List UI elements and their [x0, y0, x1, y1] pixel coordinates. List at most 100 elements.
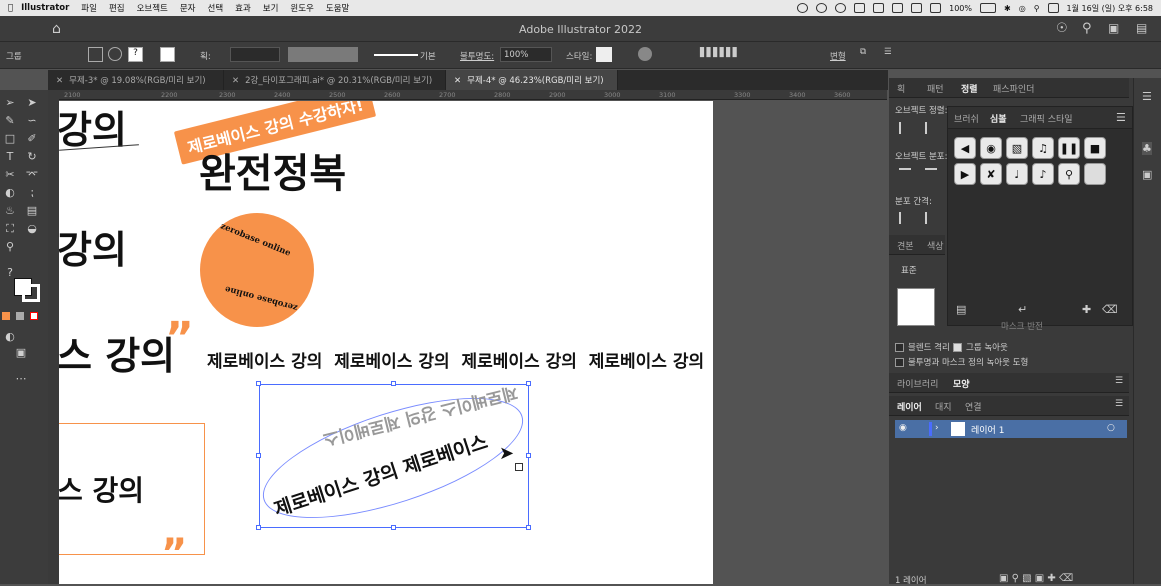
symbol-back-icon[interactable]: ◀	[954, 137, 976, 159]
menu-effect[interactable]: 효과	[235, 2, 251, 14]
layer-footer-icons[interactable]: ▣ ⚲ ▧ ▣ ✚ ⌫	[999, 573, 1073, 584]
close-icon[interactable]: ✕	[454, 76, 461, 86]
bbox-handle[interactable]	[526, 453, 531, 458]
status-icon[interactable]	[911, 3, 923, 13]
opacity-input[interactable]: 100%	[500, 47, 552, 62]
delete-symbol-icon[interactable]: ⌫	[1102, 303, 1118, 316]
bbox-handle[interactable]	[256, 381, 261, 386]
knockout-group-option[interactable]: 그룹 녹아웃	[953, 341, 1008, 353]
menu-edit[interactable]: 편집	[109, 2, 125, 14]
eyedropper-tool-icon[interactable]: ⁏	[25, 186, 39, 200]
stroke-style-label[interactable]: 기본	[420, 50, 436, 62]
recolor-icon[interactable]	[638, 47, 652, 61]
gradient-mode-icon[interactable]	[16, 312, 24, 320]
width-tool-icon[interactable]: ⌤	[25, 168, 39, 182]
stroke-swatch[interactable]	[160, 47, 175, 62]
blend-isolate-option[interactable]: 블렌드 격리	[895, 341, 950, 353]
stroke-weight-input[interactable]	[230, 47, 280, 62]
tab-links[interactable]: 연결	[965, 400, 982, 413]
scissors-tool-icon[interactable]: ✂	[3, 168, 17, 182]
place-symbol-icon[interactable]: ↵	[1018, 303, 1027, 316]
artwork-headline[interactable]: 완전정복	[199, 141, 346, 199]
bbox-handle[interactable]	[526, 525, 531, 530]
box-text[interactable]: 스 강의	[59, 469, 144, 509]
wifi-icon[interactable]: ◎	[1019, 4, 1026, 13]
checkbox[interactable]	[895, 343, 904, 352]
fill-swatch[interactable]: ?	[128, 47, 143, 62]
bbox-handle[interactable]	[391, 381, 396, 386]
slice-tool-icon[interactable]: ◒	[25, 222, 39, 236]
vertical-ruler[interactable]	[48, 90, 59, 584]
symbol-music-icon[interactable]: ♫	[1032, 137, 1054, 159]
account-icon[interactable]: ☉	[1056, 21, 1068, 36]
type-tool-icon[interactable]: T	[3, 150, 17, 164]
menu-view[interactable]: 보기	[263, 2, 279, 14]
tab-libraries[interactable]: 라이브러리	[897, 377, 938, 390]
menu-help[interactable]: 도움말	[326, 2, 349, 14]
bbox-handle[interactable]	[526, 381, 531, 386]
symbol-search-icon[interactable]: ⚲	[1058, 163, 1080, 185]
status-icon[interactable]	[797, 3, 809, 13]
status-icon[interactable]	[854, 3, 866, 13]
align-left-icon[interactable]	[899, 122, 911, 134]
tab-color[interactable]: 색상	[927, 239, 944, 252]
opacity-label[interactable]: 불투명도:	[460, 50, 494, 62]
menu-window[interactable]: 윈도우	[290, 2, 313, 14]
clock[interactable]: 1월 16일 (일) 오후 6:58	[1067, 3, 1153, 14]
panel-menu-icon[interactable]: ☰	[1115, 376, 1123, 386]
tab-document-1[interactable]: ✕ 무제-3* @ 19.08%(RGB/미리 보기)	[48, 70, 224, 90]
new-symbol-icon[interactable]: ✚	[1082, 303, 1091, 316]
align-center-icon[interactable]	[925, 122, 937, 134]
layer-name[interactable]: 레이어 1	[971, 423, 1004, 436]
chart-tool-icon[interactable]: ▤	[25, 204, 39, 218]
tab-align[interactable]: 정렬	[961, 82, 978, 95]
target-icon[interactable]	[108, 47, 122, 61]
artwork-text-line3[interactable]: 스 강의	[59, 325, 175, 380]
layer-target-icon[interactable]: ○	[1107, 423, 1115, 433]
tab-symbols[interactable]: 심볼	[990, 112, 1007, 125]
distribute-spacing-icon[interactable]	[925, 212, 937, 224]
symbol-sprayer-tool-icon[interactable]: ♨	[3, 204, 17, 218]
distribute-spacing-icon[interactable]	[899, 212, 911, 224]
panel-menu-icon[interactable]: ☰	[1116, 111, 1126, 124]
status-icon[interactable]	[816, 3, 828, 13]
status-icon[interactable]	[873, 3, 885, 13]
symbol-mute-icon[interactable]: ✘	[980, 163, 1002, 185]
distribute-top-icon[interactable]	[899, 168, 911, 180]
menu-select[interactable]: 선택	[208, 2, 224, 14]
arrange-icon[interactable]: ▤	[1136, 21, 1147, 35]
mask-thumbnail[interactable]	[897, 288, 935, 326]
tab-appearance[interactable]: 모양	[953, 377, 970, 390]
layer-row[interactable]: ◉ › 레이어 1 ○	[895, 420, 1127, 438]
transform-handle-icon[interactable]	[515, 463, 523, 471]
symbol-volume-high-icon[interactable]: ♪	[1032, 163, 1054, 185]
search-icon[interactable]: ⚲	[1034, 4, 1040, 13]
workspace-icon[interactable]: ▣	[1108, 21, 1119, 35]
app-menu[interactable]: Illustrator	[21, 3, 69, 13]
tab-brushes[interactable]: 브러쉬	[954, 112, 979, 125]
libraries-icon[interactable]: ▣	[1142, 168, 1152, 181]
none-mode-icon[interactable]	[30, 312, 38, 320]
status-icon[interactable]	[835, 3, 847, 13]
status-icon[interactable]	[892, 3, 904, 13]
checkbox[interactable]	[895, 358, 904, 367]
properties-icon[interactable]: ☰	[1142, 90, 1152, 103]
horizontal-ruler[interactable]: 2100 2200 2300 2400 2500 2600 2700 2800 …	[59, 90, 887, 100]
symbol-volume-low-icon[interactable]: ♩	[1006, 163, 1028, 185]
graphic-style-swatch[interactable]	[596, 47, 612, 62]
artwork-text-line2[interactable]: 강의	[59, 219, 127, 274]
tab-pathfinder[interactable]: 패스파인더	[993, 82, 1034, 95]
distribute-vcenter-icon[interactable]	[925, 168, 937, 180]
align-icon[interactable]: ▋▋▋▋▋▋	[700, 48, 739, 58]
curvature-tool-icon[interactable]: ∽	[25, 114, 39, 128]
tab-graphic-styles[interactable]: 그래픽 스타일	[1020, 112, 1073, 125]
menu-file[interactable]: 파일	[81, 2, 97, 14]
battery-icon[interactable]	[980, 3, 996, 13]
tab-artboards[interactable]: 대지	[935, 400, 952, 413]
symbol-blank-icon[interactable]	[1084, 163, 1106, 185]
rotate-tool-icon[interactable]: ↻	[25, 150, 39, 164]
direct-selection-tool-icon[interactable]: ➤	[25, 96, 39, 110]
arrange-icon[interactable]: ⧉	[860, 47, 866, 57]
stroke-style-line[interactable]	[374, 54, 418, 56]
stroke-color-swatch[interactable]	[22, 284, 40, 302]
